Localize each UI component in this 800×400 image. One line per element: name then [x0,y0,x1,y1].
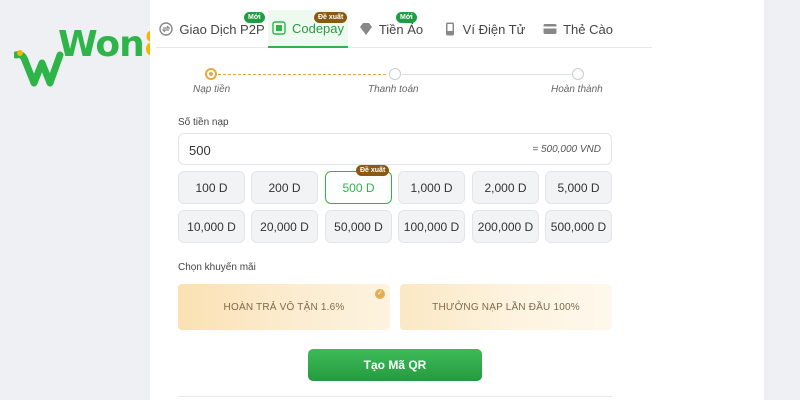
amount-option-label: 5,000 D [557,180,600,195]
codepay-icon [272,21,286,35]
tab-scratch-card[interactable]: Thẻ Cào [534,10,622,48]
amount-label: Số tiền nạp [178,117,229,128]
amount-option-label: 200 D [268,180,301,195]
amount-option-button[interactable]: 100,000 D [398,210,465,243]
amount-value: 500 [189,143,211,158]
tab-label: Tiền Ảo [378,21,424,37]
amount-option-button[interactable]: 10,000 D [178,210,245,243]
step-connector-pending [402,74,572,75]
amount-option-label: 100 D [195,180,228,195]
amount-option-button[interactable]: 1,000 D [398,171,465,204]
check-icon: ✓ [375,289,385,299]
step-label-complete: Hoàn thành [551,84,603,95]
step-label-payment: Thanh toán [368,84,419,95]
tab-codepay[interactable]: Codepay Đề xuất [268,10,348,48]
step-indicator [572,68,584,80]
step-indicator [389,68,401,80]
amount-option-button[interactable]: 20,000 D [251,210,318,243]
amount-option-button[interactable]: 5,000 D [545,171,612,204]
promotion-text: THƯỞNG NẠP LẦN ĐẦU 100% [432,301,580,313]
payment-method-tabs: Giao Dịch P2P Mới Codepay Đề xuất Tiền Ả… [156,10,652,48]
new-badge: Mới [396,12,417,23]
tab-p2p[interactable]: Giao Dịch P2P Mới [156,10,268,48]
recommended-badge: Đề xuất [314,12,348,23]
promotion-option-selected[interactable]: HOÀN TRẢ VÔ TẬN 1.6% ✓ [178,284,390,330]
amount-conversion: = 500,000 VND [532,144,601,155]
promotion-option[interactable]: THƯỞNG NẠP LẦN ĐẦU 100% [400,284,612,330]
tab-label: Ví Điện Tử [462,21,526,37]
tab-label: Thẻ Cào [563,21,613,37]
amount-option-label: 20,000 D [260,219,309,234]
amount-option-button[interactable]: 50,000 D [325,210,392,243]
amount-option-label: 1,000 D [410,180,453,195]
new-badge: Mới [244,12,265,23]
amount-option-label: 2,000 D [484,180,527,195]
amount-option-label: 100,000 D [403,219,460,234]
amount-option-label: 50,000 D [334,219,383,234]
step-connector-done [218,74,386,75]
amount-option-label: 500,000 D [550,219,607,234]
step-indicator-active [205,68,217,80]
promotion-text: HOÀN TRẢ VÔ TẬN 1.6% [223,301,345,313]
amount-option-button[interactable]: 200,000 D [472,210,539,243]
promotion-label: Chọn khuyến mãi [178,262,256,273]
p2p-exchange-icon [159,22,174,36]
amount-option-label: 500 D [342,180,375,195]
amount-input[interactable]: 500 = 500,000 VND [178,133,612,165]
recommended-badge: Đề xuất [356,165,390,176]
create-qr-label: Tạo Mã QR [363,358,427,372]
deposit-stepper: Nạp tiền Thanh toán Hoàn thành [178,62,612,102]
amount-option-label: 200,000 D [477,219,534,234]
phone-wallet-icon [445,22,454,36]
step-label-deposit: Nạp tiền [193,84,231,95]
amount-option-button[interactable]: 200 D [251,171,318,204]
tab-e-wallet[interactable]: Ví Điện Tử [434,10,534,48]
amount-option-button[interactable]: 2,000 D [472,171,539,204]
divider [178,396,612,397]
create-qr-button[interactable]: Tạo Mã QR [308,349,482,381]
amount-option-button-selected[interactable]: 500 D Đề xuất [325,165,392,204]
diamond-icon [359,23,372,35]
amount-option-button[interactable]: 500,000 D [545,210,612,243]
logo-word: Won [58,24,145,65]
amount-option-button[interactable]: 100 D [178,171,245,204]
tab-label: Giao Dịch P2P [179,21,265,37]
card-icon [543,24,557,34]
tab-crypto[interactable]: Tiền Ảo Mới [348,10,434,48]
amount-option-label: 10,000 D [187,219,236,234]
